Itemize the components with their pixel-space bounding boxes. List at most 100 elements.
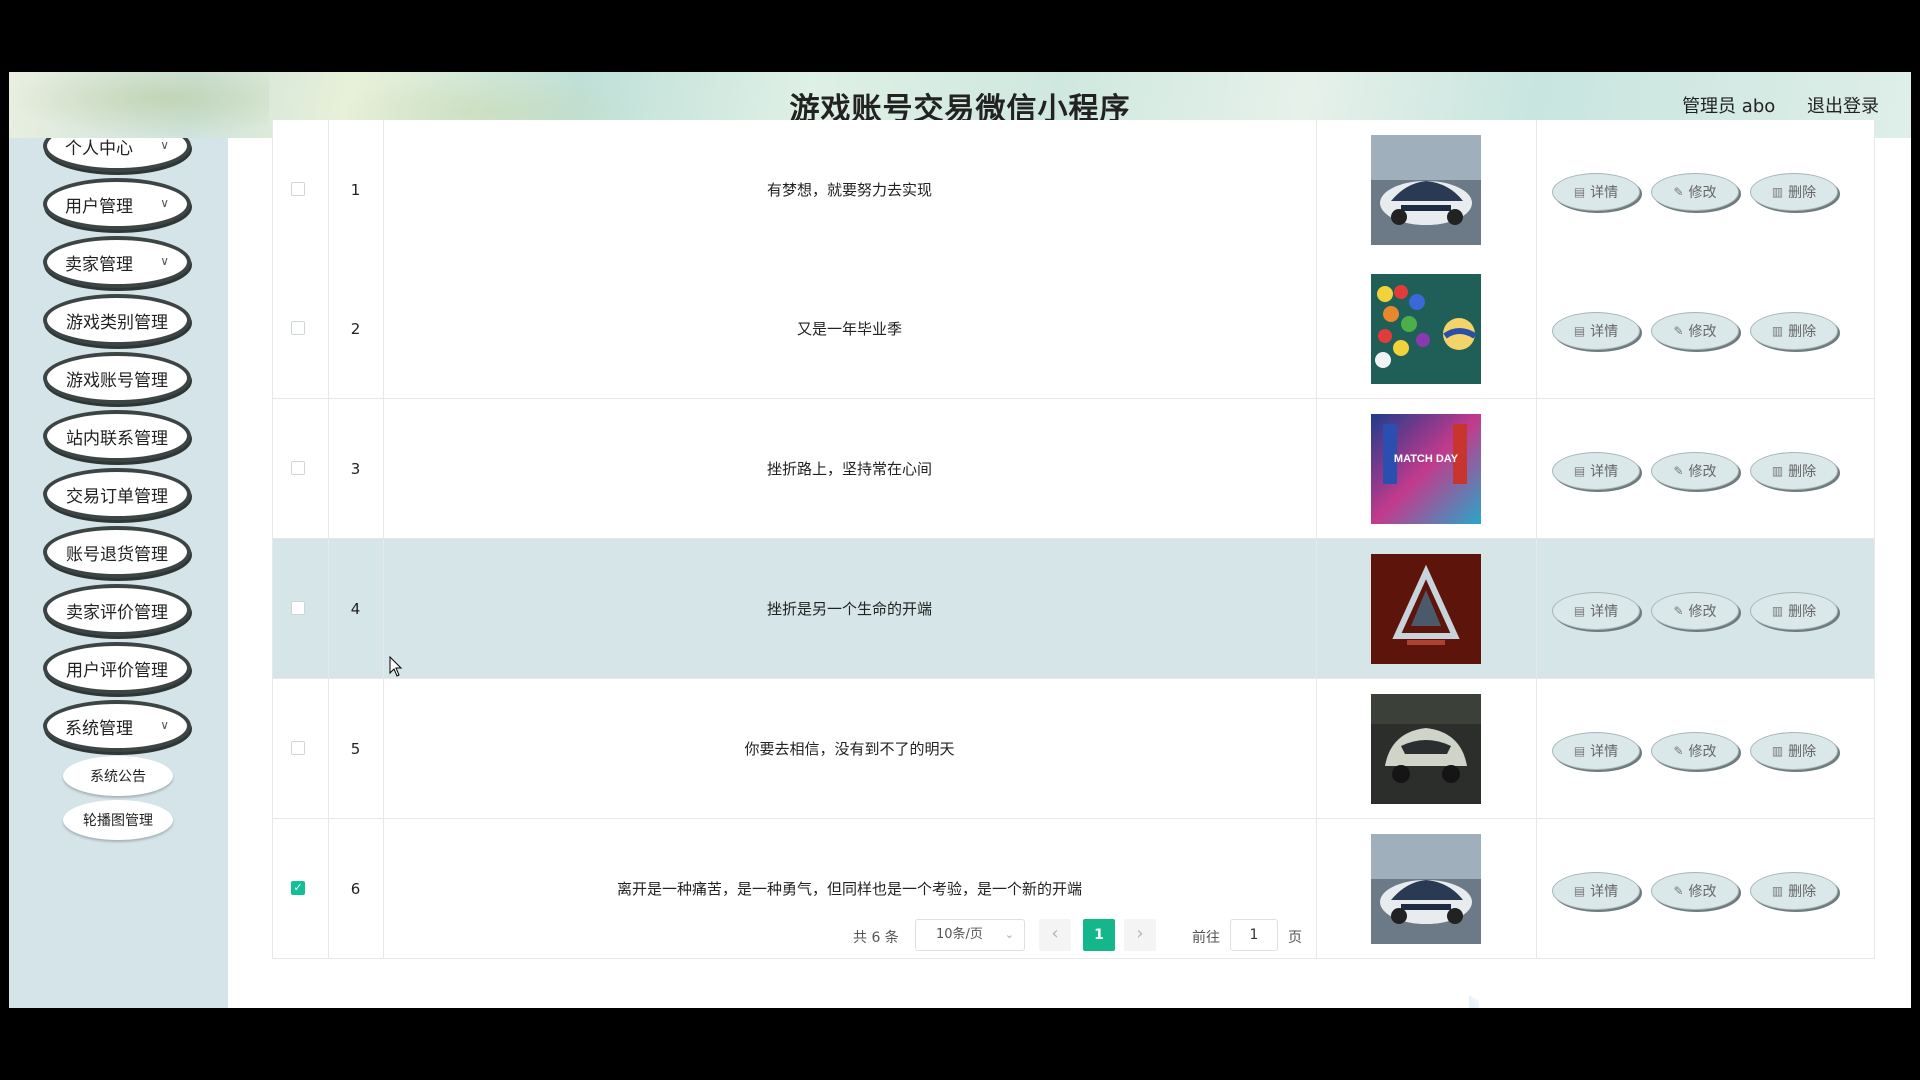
detail-button[interactable]: ▤ 详情 [1552,452,1640,490]
edit-button[interactable]: ✎ 修改 [1651,732,1739,770]
detail-label: 详情 [1590,884,1619,900]
document-icon: ▤ [1573,185,1586,199]
pencil-icon: ✎ [1673,464,1684,478]
edit-label: 修改 [1688,185,1717,201]
main-content: 1 有梦想，就要努力去实现 ▤ 详情 ✎ 修改 ▥ 删除 2 又是一年毕业季 ▤ 详情 ✎ 修改 ▥ 删除 3 挫… [228,120,1911,1008]
delete-button[interactable]: ▥ 删除 [1750,592,1838,630]
row-checkbox[interactable] [291,741,305,755]
delete-button[interactable]: ▥ 删除 [1750,732,1838,770]
car-thumbnail [1371,135,1481,245]
trash-icon: ▥ [1771,185,1784,199]
trash-icon: ▥ [1771,884,1784,898]
pencil-icon: ✎ [1673,185,1684,199]
table-row[interactable]: 2 又是一年毕业季 ▤ 详情 ✎ 修改 ▥ 删除 [272,259,1875,399]
row-index: 4 [328,539,384,678]
pencil-icon: ✎ [1673,604,1684,618]
sidebar-item-label: 用户评价管理 [66,660,168,681]
actions-cell: ▤ 详情 ✎ 修改 ▥ 删除 [1536,120,1874,259]
edit-button[interactable]: ✎ 修改 [1651,452,1739,490]
sidebar-item[interactable]: 游戏账号管理 [43,352,191,404]
detail-button[interactable]: ▤ 详情 [1552,732,1640,770]
pagination: 共 6 条 10条/页 ⌄ ‹ 1 › 前往 1 页 [9,919,1911,953]
sidebar-item[interactable]: 个人中心 ∨ [43,138,191,172]
actions-cell: ▤ 详情 ✎ 修改 ▥ 删除 [1536,679,1874,818]
sidebar-item-label: 卖家评价管理 [66,602,168,623]
mouse-cursor-icon [389,656,403,677]
document-icon: ▤ [1573,464,1586,478]
pencil-icon: ✎ [1673,884,1684,898]
delete-button[interactable]: ▥ 删除 [1750,312,1838,350]
app-window: 游戏账号交易微信小程序 管理员 abo 退出登录 个人中心 ∨ 用户管理 ∨ 卖家管理 ∨… [9,72,1911,1008]
detail-button[interactable]: ▤ 详情 [1552,592,1640,630]
chevron-down-icon: ∨ [160,138,169,152]
sidebar-item[interactable]: 系统管理 ∨ [43,700,191,752]
detail-button[interactable]: ▤ 详情 [1552,173,1640,211]
image-cell [1316,259,1537,398]
page-size-value: 10条/页 [936,927,983,942]
row-text: 又是一年毕业季 [383,259,1317,398]
edit-button[interactable]: ✎ 修改 [1651,312,1739,350]
pencil-icon: ✎ [1673,324,1684,338]
document-icon: ▤ [1573,884,1586,898]
chevron-right-icon: › [1136,923,1144,944]
player-watermark-icon [1469,995,1479,1008]
sidebar-item[interactable]: 交易订单管理 [43,468,191,520]
image-cell [1316,679,1537,818]
row-checkbox[interactable] [291,601,305,615]
image-cell [1316,539,1537,678]
pagination-total: 共 6 条 [853,930,899,946]
page-size-select[interactable]: 10条/页 ⌄ [915,919,1025,951]
row-checkbox[interactable] [291,182,305,196]
next-page-button[interactable]: › [1124,919,1156,951]
edit-button[interactable]: ✎ 修改 [1651,872,1739,910]
sidebar-item[interactable]: 用户管理 ∨ [43,178,191,230]
detail-label: 详情 [1590,185,1619,201]
sidebar-item[interactable]: 游戏类别管理 [43,294,191,346]
delete-button[interactable]: ▥ 删除 [1750,452,1838,490]
chevron-down-icon: ∨ [160,196,169,210]
sidebar-subitem[interactable]: 系统公告 [63,756,173,796]
logout-link[interactable]: 退出登录 [1807,96,1879,117]
checkbox-cell [273,120,329,259]
sidebar-item[interactable]: 卖家管理 ∨ [43,236,191,288]
sidebar-subitem[interactable]: 轮播图管理 [63,800,173,840]
row-checkbox[interactable]: ✓ [291,881,305,895]
image-cell: MATCH DAY [1316,399,1537,538]
table-row[interactable]: 3 挫折路上，坚持常在心间 MATCH DAY ▤ 详情 ✎ 修改 ▥ 删除 [272,399,1875,539]
table-row[interactable]: 5 你要去相信，没有到不了的明天 ▤ 详情 ✎ 修改 ▥ 删除 [272,679,1875,819]
trash-icon: ▥ [1771,604,1784,618]
delete-label: 删除 [1788,324,1817,340]
detail-label: 详情 [1590,744,1619,760]
row-index: 2 [328,259,384,398]
detail-button[interactable]: ▤ 详情 [1552,872,1640,910]
goto-label: 前往 [1192,930,1220,946]
chevron-down-icon: ⌄ [1004,928,1014,941]
sidebar-item[interactable]: 卖家评价管理 [43,584,191,636]
row-checkbox[interactable] [291,321,305,335]
billiard-thumbnail [1371,274,1481,384]
sidebar-item[interactable]: 账号退货管理 [43,526,191,578]
delete-label: 删除 [1788,185,1817,201]
sidebar-item[interactable]: 用户评价管理 [43,642,191,694]
prev-page-button[interactable]: ‹ [1039,919,1071,951]
table-row[interactable]: 4 挫折是另一个生命的开端 ▤ 详情 ✎ 修改 ▥ 删除 [272,539,1875,679]
user-name: 管理员 abo [1682,96,1776,117]
edit-button[interactable]: ✎ 修改 [1651,173,1739,211]
edit-label: 修改 [1688,324,1717,340]
checkbox-cell [273,679,329,818]
row-checkbox[interactable] [291,461,305,475]
document-icon: ▤ [1573,744,1586,758]
document-icon: ▤ [1573,324,1586,338]
sidebar-item[interactable]: 站内联系管理 [43,410,191,462]
edit-button[interactable]: ✎ 修改 [1651,592,1739,630]
delete-button[interactable]: ▥ 删除 [1750,872,1838,910]
goto-page-input[interactable]: 1 [1230,919,1278,951]
detail-button[interactable]: ▤ 详情 [1552,312,1640,350]
delete-button[interactable]: ▥ 删除 [1750,173,1838,211]
table-row[interactable]: 1 有梦想，就要努力去实现 ▤ 详情 ✎ 修改 ▥ 删除 [272,120,1875,260]
chevron-down-icon: ∨ [160,254,169,268]
page-number-current[interactable]: 1 [1083,919,1115,951]
delete-label: 删除 [1788,604,1817,620]
poster-thumbnail: MATCH DAY [1371,414,1481,524]
delete-label: 删除 [1788,744,1817,760]
